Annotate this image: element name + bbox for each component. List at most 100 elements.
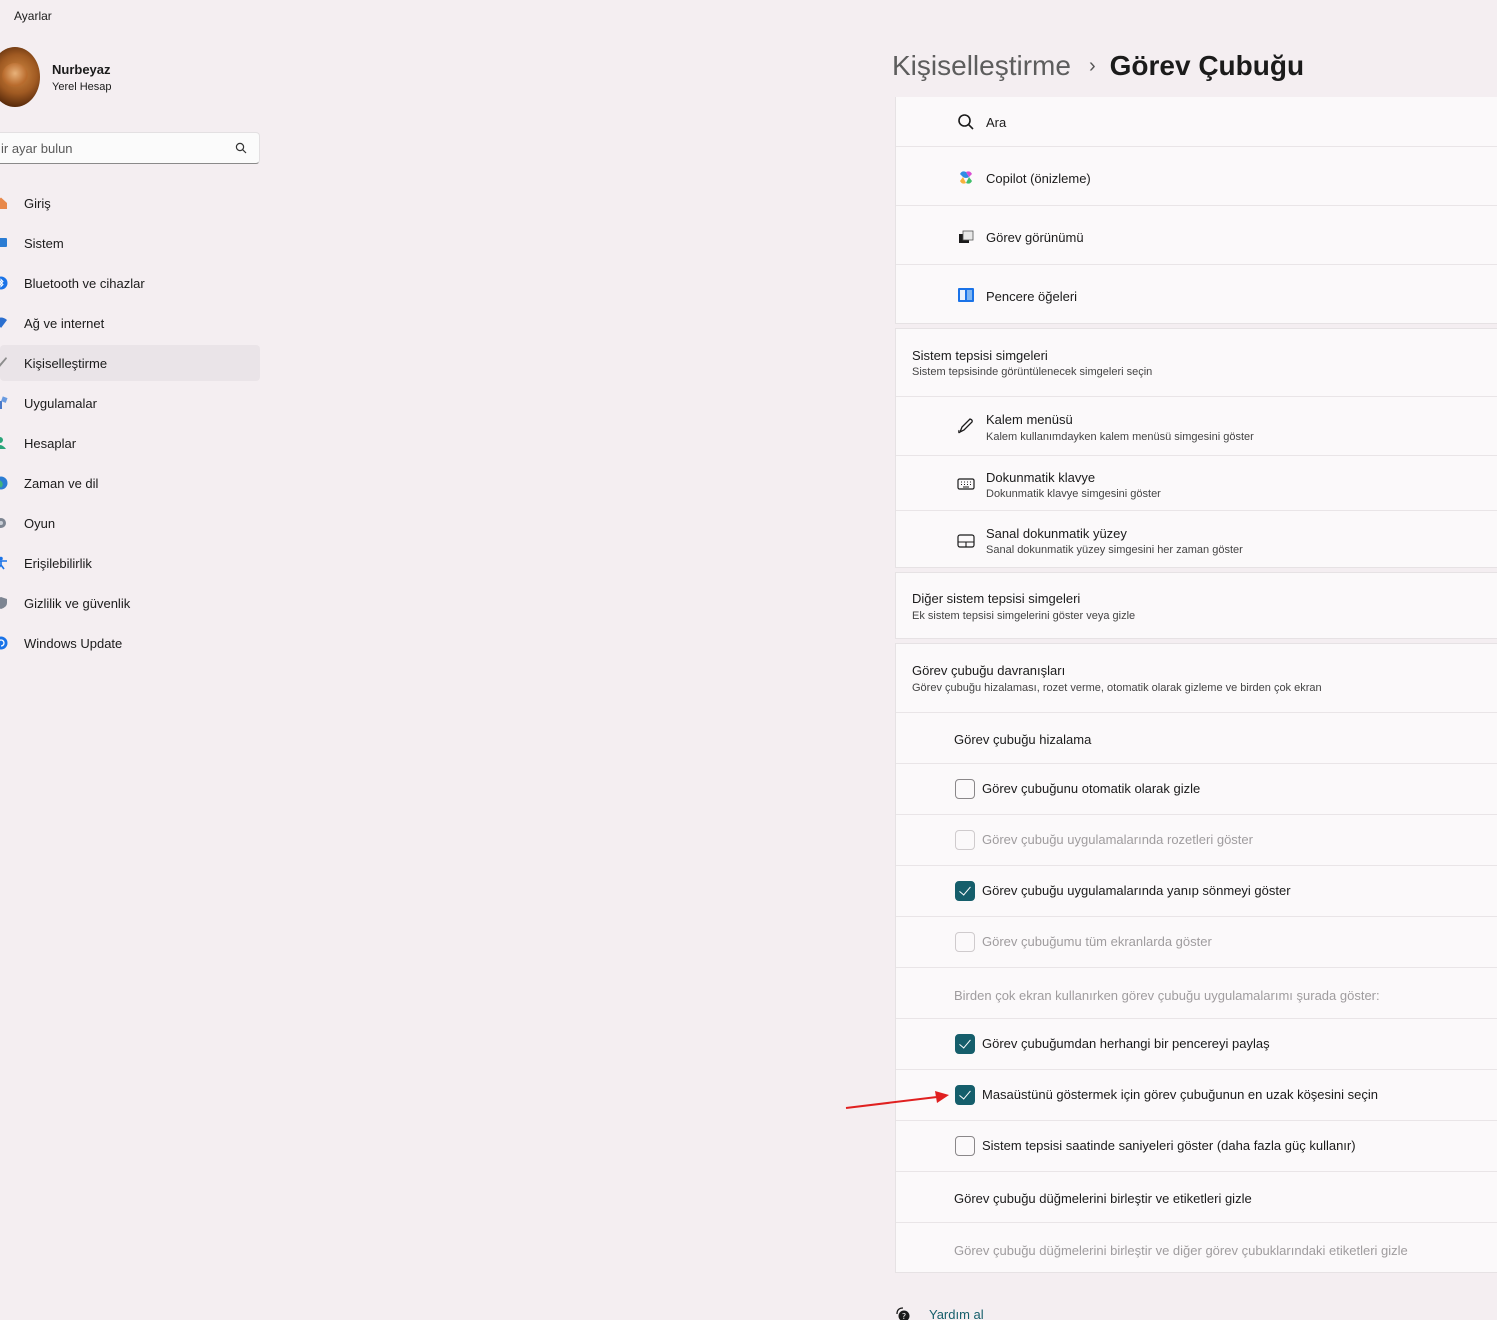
gamepad-icon (0, 518, 6, 528)
tray-item-touch-keyboard[interactable]: Dokunmatik klavye Dokunmatik klavye simg… (896, 455, 1497, 510)
home-icon (0, 197, 7, 209)
help-icon: ? (896, 1307, 910, 1320)
row-label: Birden çok ekran kullanırken görev çubuğ… (954, 988, 1380, 1003)
breadcrumb: Kişiselleştirme › Görev Çubuğu (892, 48, 1304, 84)
auto-hide-row[interactable]: Görev çubuğunu otomatik olarak gizle (896, 763, 1497, 814)
row-label: Görev çubuğunu otomatik olarak gizle (982, 781, 1201, 796)
share-window-checkbox[interactable] (955, 1034, 975, 1054)
tray-item-virtual-touchpad[interactable]: Sanal dokunmatik yüzey Sanal dokunmatik … (896, 510, 1497, 569)
taskbar-item-copilot[interactable]: Copilot (önizleme) (896, 146, 1497, 205)
sidebar-item-system[interactable]: Sistem (0, 225, 260, 261)
search-icon[interactable] (235, 142, 247, 154)
shield-icon (0, 597, 7, 609)
row-description: Kalem kullanımdayken kalem menüsü simges… (986, 431, 1254, 443)
auto-hide-checkbox[interactable] (955, 779, 975, 799)
apps-icon (0, 396, 8, 409)
accessibility-icon (0, 556, 7, 570)
section-header[interactable]: Görev çubuğu davranışları Görev çubuğu h… (896, 644, 1497, 713)
sidebar-item-label: Gizlilik ve güvenlik (24, 595, 131, 611)
taskbar-item-task-view[interactable]: Görev görünümü (896, 205, 1497, 264)
pen-icon (958, 418, 973, 434)
sidebar-item-label: Ağ ve internet (24, 315, 105, 331)
page-title: Görev Çubuğu (1109, 50, 1305, 81)
row-label: Pencere öğeleri (986, 289, 1078, 304)
badges-checkbox[interactable] (955, 830, 975, 850)
row-description: Sanal dokunmatik yüzey simgesini her zam… (986, 544, 1243, 556)
row-label: Sistem tepsisi saatinde saniyeleri göste… (982, 1138, 1356, 1153)
section-header[interactable]: Sistem tepsisi simgeleri Sistem tepsisin… (896, 329, 1497, 397)
copilot-icon (960, 171, 972, 184)
chevron-right-icon: › (1088, 54, 1096, 77)
sidebar-item-accounts[interactable]: Hesaplar (0, 425, 260, 461)
clock-seconds-row[interactable]: Sistem tepsisi saatinde saniyeleri göste… (896, 1120, 1497, 1171)
all-displays-checkbox[interactable] (955, 932, 975, 952)
sidebar-item-label: Hesaplar (24, 435, 77, 451)
breadcrumb-parent[interactable]: Kişiselleştirme (892, 50, 1071, 82)
sidebar-item-label: Giriş (24, 195, 51, 211)
taskbar-items-panel: Ara Copilot (önizleme) Görev görünümü Pe… (895, 97, 1497, 324)
help-link[interactable]: ? Yardım al (895, 1306, 984, 1320)
accounts-icon (0, 437, 6, 449)
sidebar-item-label: Erişilebilirlik (24, 555, 92, 571)
combine-buttons-row[interactable]: Görev çubuğu düğmelerini birleştir ve et… (896, 1171, 1497, 1222)
taskbar-item-widgets[interactable]: Pencere öğeleri (896, 264, 1497, 324)
task-view-icon (959, 230, 974, 243)
row-label: Dokunmatik klavye (986, 470, 1096, 485)
taskbar-item-search[interactable]: Ara (896, 97, 1497, 147)
sidebar-item-label: Kişiselleştirme (24, 355, 108, 371)
taskbar-behaviors-panel: Görev çubuğu davranışları Görev çubuğu h… (895, 643, 1497, 1273)
globe-icon (0, 476, 8, 490)
flashing-checkbox[interactable] (955, 881, 975, 901)
help-label[interactable]: Yardım al (929, 1307, 984, 1320)
section-title: Görev çubuğu davranışları (912, 663, 1066, 678)
far-corner-checkbox[interactable] (955, 1085, 975, 1105)
row-label: Görev çubuğu uygulamalarında rozetleri g… (982, 832, 1253, 847)
bluetooth-icon (0, 276, 8, 290)
tray-item-pen-menu[interactable]: Kalem menüsü Kalem kullanımdayken kalem … (896, 396, 1497, 455)
widgets-icon (958, 288, 974, 302)
other-tray-icons-panel[interactable]: Diğer sistem tepsisi simgeleri Ek sistem… (895, 572, 1497, 639)
section-subtitle: Ek sistem tepsisi simgelerini göster vey… (912, 610, 1136, 622)
taskbar-alignment-row[interactable]: Görev çubuğu hizalama (896, 712, 1497, 763)
row-label: Görev çubuğu düğmelerini birleştir ve di… (954, 1243, 1408, 1258)
sidebar-item-home[interactable]: Giriş (0, 185, 260, 221)
sidebar-item-apps[interactable]: Uygulamalar (0, 385, 260, 421)
section-subtitle: Sistem tepsisinde görüntülenecek simgele… (912, 366, 1153, 378)
sidebar-item-time-language[interactable]: Zaman ve dil (0, 465, 260, 501)
row-label: Masaüstünü göstermek için görev çubuğunu… (982, 1087, 1379, 1102)
row-label: Görev çubuğu uygulamalarında yanıp sönme… (982, 883, 1291, 898)
badges-row: Görev çubuğu uygulamalarında rozetleri g… (896, 814, 1497, 865)
network-icon (0, 317, 7, 328)
all-displays-row: Görev çubuğumu tüm ekranlarda göster (896, 916, 1497, 967)
sidebar-nav: Giriş Sistem Bluetooth ve cihazlar Ağ ve… (0, 185, 260, 665)
far-corner-row[interactable]: Masaüstünü göstermek için görev çubuğunu… (896, 1069, 1497, 1120)
flashing-row[interactable]: Görev çubuğu uygulamalarında yanıp sönme… (896, 865, 1497, 916)
settings-search-box[interactable] (0, 132, 260, 164)
clock-seconds-checkbox[interactable] (955, 1136, 975, 1156)
update-icon (0, 636, 8, 650)
avatar (0, 47, 40, 107)
sidebar-item-bluetooth[interactable]: Bluetooth ve cihazlar (0, 265, 260, 301)
sidebar-item-accessibility[interactable]: Erişilebilirlik (0, 545, 260, 581)
row-label: Ara (986, 115, 1007, 130)
section-title: Diğer sistem tepsisi simgeleri (912, 591, 1081, 606)
keyboard-icon (957, 478, 975, 490)
sidebar-item-privacy[interactable]: Gizlilik ve güvenlik (0, 585, 260, 621)
touchpad-icon (957, 534, 975, 548)
share-window-row[interactable]: Görev çubuğumdan herhangi bir pencereyi … (896, 1018, 1497, 1069)
section-subtitle: Görev çubuğu hizalaması, rozet verme, ot… (912, 682, 1322, 694)
sidebar-item-label: Sistem (24, 235, 64, 251)
svg-text:?: ? (902, 1312, 906, 1320)
sidebar-item-network[interactable]: Ağ ve internet (0, 305, 260, 341)
profile-account-type: Yerel Hesap (52, 80, 112, 93)
sidebar-item-windows-update[interactable]: Windows Update (0, 625, 260, 661)
search-input[interactable] (1, 140, 221, 156)
row-label: Görev çubuğumdan herhangi bir pencereyi … (982, 1036, 1270, 1051)
combine-other-row: Görev çubuğu düğmelerini birleştir ve di… (896, 1222, 1497, 1274)
row-label: Görev çubuğumu tüm ekranlarda göster (982, 934, 1212, 949)
sidebar-item-personalization[interactable]: Kişiselleştirme (0, 345, 260, 381)
profile-name: Nurbeyaz (52, 61, 111, 77)
search-icon (958, 114, 974, 130)
user-profile[interactable]: Nurbeyaz Yerel Hesap (0, 47, 112, 107)
sidebar-item-gaming[interactable]: Oyun (0, 505, 260, 541)
